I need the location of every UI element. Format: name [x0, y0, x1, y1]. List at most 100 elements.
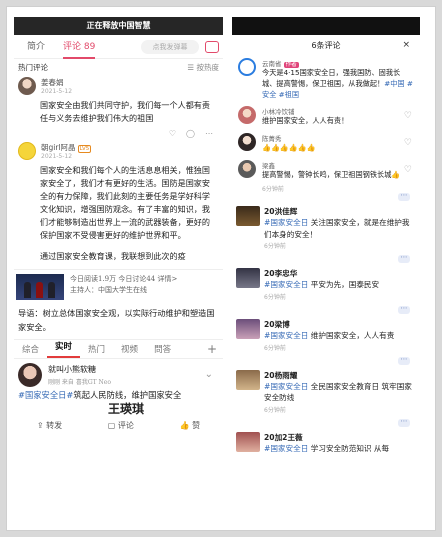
- hashtag-link: #国家安全日: [264, 218, 309, 228]
- heart-icon[interactable]: ♡: [404, 111, 412, 121]
- more-icon: ⋯: [398, 253, 410, 263]
- comment-username[interactable]: 小林冷饮铺: [262, 106, 414, 116]
- comment-username[interactable]: 梁鑫: [262, 160, 414, 170]
- reply-icon[interactable]: ◯: [186, 129, 195, 138]
- post-avatar: [236, 205, 260, 226]
- heart-icon[interactable]: ♡: [404, 165, 412, 175]
- hot-comments-header: 热门评论 ☰ 按热度: [14, 59, 223, 75]
- more-options-button[interactable]: ⋯: [232, 253, 420, 263]
- comment-time: 6分钟前: [262, 185, 284, 193]
- post-time: 6分钟前: [264, 344, 286, 352]
- sort-button[interactable]: ☰ 按热度: [187, 62, 219, 73]
- tab-comments[interactable]: 评论 89: [54, 35, 104, 59]
- close-icon[interactable]: ×: [402, 40, 410, 50]
- post-item[interactable]: 20加2王薇 #国家安全日 学习安全防范知识 从每: [232, 427, 420, 460]
- comment-date: 2021-5-12: [41, 88, 73, 95]
- comment-item: 朝girl阿晶 LV5 2021-5-12 国家安全和我们每个人的生活息息相关，惟…: [14, 140, 223, 265]
- user-avatar[interactable]: [18, 141, 36, 160]
- handwritten-signature: 王瑛琪: [108, 401, 145, 416]
- like-icon[interactable]: ♡: [169, 129, 176, 138]
- comment-item: 姜春娟 2021-5-12 国家安全由我们共同守护，我们每一个人都有责任与义务去…: [14, 75, 223, 140]
- heart-icon[interactable]: ♡: [404, 138, 412, 148]
- post-item[interactable]: 20洪佳辉 #国家安全日 关注国家安全，就是在维护我们本身的安全！ 6分钟前: [232, 201, 420, 255]
- hot-comments-title: 热门评论: [18, 62, 48, 72]
- more-options-button[interactable]: ⋯: [232, 417, 420, 427]
- post-author: 20梁博: [264, 319, 290, 329]
- comment-item: 陈菁秀 👍👍👍👍👍👍 ♡: [232, 130, 420, 157]
- topic-host: 主持人：中国大学生在线: [70, 285, 147, 294]
- add-tab-icon[interactable]: +: [207, 342, 223, 356]
- post-time: 6分钟前: [264, 242, 286, 250]
- hashtag-link: #国家安全日: [264, 444, 309, 454]
- post-avatar: [236, 369, 260, 390]
- more-options-button[interactable]: ⋯: [232, 191, 420, 201]
- comment-text: 国家安全由我们共同守护，我们每一个人都有责任与义务去维护我们伟大的祖国: [40, 100, 210, 123]
- user-avatar[interactable]: [238, 58, 256, 76]
- comment-text: 今天是4·15国家安全日，强我国防、固我长城、提高警惕，保卫祖国，从我做起！#中…: [262, 68, 413, 99]
- level-badge: LV5: [77, 144, 92, 153]
- comment-button[interactable]: ▢ 评论: [108, 420, 134, 431]
- more-icon[interactable]: ⋯: [205, 129, 213, 138]
- weibo-source: 刚刚 来自 喜我GT Neo: [48, 378, 111, 386]
- danmaku-input[interactable]: 点我发弹幕: [141, 39, 199, 54]
- post-item[interactable]: 20李忠华 #国家安全日 平安为先，国泰民安 6分钟前: [232, 263, 420, 306]
- tab-comprehensive[interactable]: 综合: [14, 343, 47, 355]
- post-author: 20加2王薇: [264, 432, 303, 442]
- post-avatar: [236, 431, 260, 452]
- comment-text: 维护国家安全，人人有责！: [262, 116, 349, 126]
- chevron-down-icon[interactable]: ⌄: [205, 369, 219, 380]
- repost-button[interactable]: ⇪ 转发: [37, 420, 62, 431]
- tab-qa[interactable]: 問答: [146, 343, 179, 355]
- tab-video[interactable]: 视频: [113, 343, 146, 355]
- user-avatar[interactable]: [18, 362, 42, 387]
- hashtag-link[interactable]: #国家安全日#: [18, 390, 73, 400]
- post-author: 20杨雨耀: [264, 370, 298, 380]
- topic-thumbnail: [16, 274, 64, 301]
- user-avatar[interactable]: [238, 133, 256, 152]
- post-time: 6分钟前: [264, 406, 286, 414]
- topic-summary: 导语：树立总体国家安全观，以实际行动维护和塑造国家安全。: [18, 308, 215, 332]
- comments-count-title: 6条评论: [311, 40, 341, 50]
- user-avatar[interactable]: [238, 106, 256, 125]
- more-options-button[interactable]: ⋯: [232, 355, 420, 365]
- comment-username[interactable]: 姜春娟: [41, 77, 72, 88]
- more-icon: ⋯: [398, 191, 410, 201]
- tab-intro[interactable]: 简介: [18, 35, 54, 59]
- hashtag-link: #国家安全日: [264, 331, 309, 341]
- video-strip: [232, 17, 420, 35]
- video-banner: 正在释放中国智慧: [14, 17, 223, 35]
- comment-item: 小林冷饮铺 维护国家安全，人人有责！ ♡: [232, 103, 420, 130]
- comment-icon: ▢: [107, 420, 116, 430]
- post-avatar: [236, 267, 260, 288]
- post-item[interactable]: 20梁博 #国家安全日 维护国家安全，人人有责 6分钟前: [232, 314, 420, 357]
- right-phone-screen: 6条评论 × 云南省 作者 今天是4·15国家安全日，强我国防、固我长城、提高警…: [232, 17, 420, 522]
- weibo-username[interactable]: 就叫小熊软糖: [48, 364, 111, 375]
- more-icon: ⋯: [398, 355, 410, 365]
- tab-realtime[interactable]: 实时: [47, 339, 81, 359]
- like-button[interactable]: 👍 赞: [180, 420, 201, 431]
- hashtag-link: #国家安全日: [264, 381, 309, 391]
- topic-stats: 今日阅读1.9万 今日讨论44 详情>: [70, 275, 178, 284]
- weibo-post-header: 就叫小熊软糖 刚刚 来自 喜我GT Neo ⌄: [14, 359, 223, 387]
- left-phone-screen: 正在释放中国智慧 简介 评论 89 点我发弹幕 热门评论 ☰ 按热度 姜春娟 2…: [14, 17, 223, 522]
- comment-text-continued: 通过国家安全教育课，我联想到此次的疫: [40, 250, 186, 261]
- comment-text: 国家安全和我们每个人的生活息息相关，惟独国家安全了，我们才有更好的生活。国防是国…: [40, 164, 210, 240]
- post-author: 20洪佳辉: [264, 206, 298, 216]
- repost-icon: ⇪: [36, 420, 44, 430]
- comment-username[interactable]: 陈菁秀: [262, 133, 414, 143]
- comment-username[interactable]: 朝girl阿晶 LV5: [41, 142, 92, 153]
- thumbs-up-icon: 👍: [179, 420, 190, 430]
- more-icon: ⋯: [398, 417, 410, 427]
- user-avatar[interactable]: [18, 77, 36, 95]
- comment-username[interactable]: 云南省 作者: [262, 58, 414, 68]
- more-options-button[interactable]: ⋯: [232, 304, 420, 314]
- tv-icon[interactable]: [205, 40, 219, 53]
- tab-hot[interactable]: 热门: [80, 343, 113, 355]
- tab-bar: 简介 评论 89 点我发弹幕: [14, 35, 223, 59]
- post-time: 6分钟前: [264, 293, 286, 301]
- topic-card[interactable]: 今日阅读1.9万 今日讨论44 详情> 主持人：中国大学生在线: [14, 269, 223, 304]
- user-avatar[interactable]: [238, 159, 256, 178]
- post-item[interactable]: 20杨雨耀 #国家安全日 全民国家安全教育日 筑牢国家安全防线 6分钟前: [232, 365, 420, 419]
- comment-actions: ♡ ◯ ⋯: [14, 127, 223, 140]
- comment-item: 云南省 作者 今天是4·15国家安全日，强我国防、固我长城、提高警惕，保卫祖国，…: [232, 55, 420, 103]
